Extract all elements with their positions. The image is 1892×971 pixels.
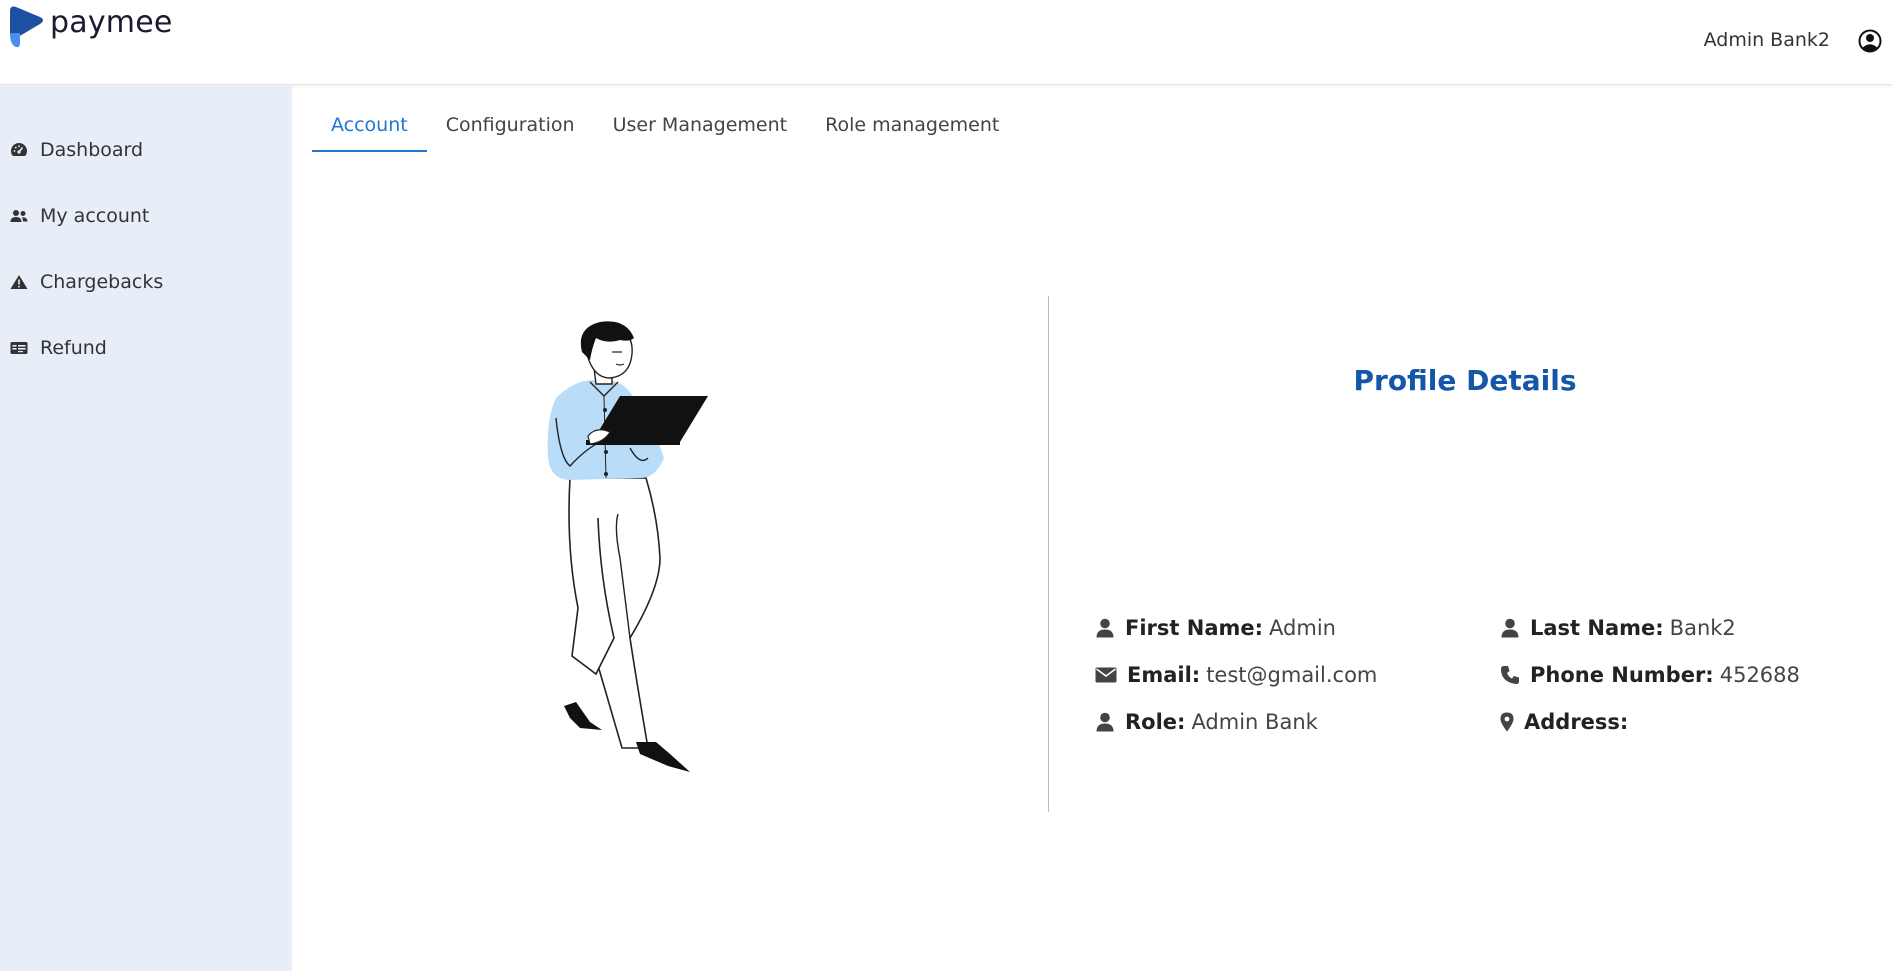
brand-name: paymee bbox=[50, 5, 173, 40]
envelope-icon bbox=[1094, 664, 1118, 686]
phone-number-field: Phone Number: 452688 bbox=[1499, 663, 1800, 687]
map-pin-icon bbox=[1499, 711, 1515, 733]
speedometer-icon bbox=[10, 141, 28, 159]
id-card-icon bbox=[10, 339, 28, 357]
header-user-name[interactable]: Admin Bank2 bbox=[1704, 29, 1830, 51]
sidebar-item-label: Refund bbox=[40, 337, 107, 359]
role-label: Role: bbox=[1125, 710, 1186, 734]
email-label: Email: bbox=[1127, 663, 1201, 687]
sidebar-item-dashboard[interactable]: Dashboard bbox=[0, 130, 292, 170]
tab-user-management[interactable]: User Management bbox=[594, 104, 807, 152]
tab-account[interactable]: Account bbox=[312, 104, 427, 152]
users-icon bbox=[10, 207, 28, 225]
brand-logo[interactable]: paymee bbox=[6, 3, 173, 49]
role-field: Role: Admin Bank bbox=[1094, 710, 1318, 734]
user-icon bbox=[1499, 617, 1521, 639]
email-value: test@gmail.com bbox=[1206, 663, 1378, 687]
address-field: Address: bbox=[1499, 710, 1634, 734]
first-name-value: Admin bbox=[1269, 616, 1336, 640]
sidebar-item-my-account[interactable]: My account bbox=[0, 196, 292, 236]
tab-role-management[interactable]: Role management bbox=[806, 104, 1018, 152]
sidebar-item-refund[interactable]: Refund bbox=[0, 328, 292, 368]
warning-icon bbox=[10, 273, 28, 291]
first-name-field: First Name: Admin bbox=[1094, 616, 1336, 640]
last-name-field: Last Name: Bank2 bbox=[1499, 616, 1736, 640]
last-name-label: Last Name: bbox=[1530, 616, 1664, 640]
tab-configuration[interactable]: Configuration bbox=[427, 104, 594, 152]
user-icon bbox=[1094, 617, 1116, 639]
account-tabs: Account Configuration User Management Ro… bbox=[312, 104, 1018, 152]
sidebar-item-label: My account bbox=[40, 205, 150, 227]
paymee-logo-icon bbox=[6, 3, 46, 49]
sidebar-item-chargebacks[interactable]: Chargebacks bbox=[0, 262, 292, 302]
sidebar-item-label: Chargebacks bbox=[40, 271, 164, 293]
user-icon bbox=[1094, 711, 1116, 733]
phone-number-value: 452688 bbox=[1719, 663, 1800, 687]
user-circle-icon[interactable] bbox=[1858, 29, 1882, 53]
person-with-laptop-illustration bbox=[530, 318, 730, 788]
email-field: Email: test@gmail.com bbox=[1094, 663, 1377, 687]
first-name-label: First Name: bbox=[1125, 616, 1264, 640]
sidebar-item-label: Dashboard bbox=[40, 139, 144, 161]
profile-details-title: Profile Details bbox=[1353, 364, 1577, 397]
phone-icon bbox=[1499, 664, 1521, 686]
sidebar: Dashboard My account Chargebacks Refund bbox=[0, 86, 292, 971]
last-name-value: Bank2 bbox=[1669, 616, 1736, 640]
phone-number-label: Phone Number: bbox=[1530, 663, 1714, 687]
role-value: Admin Bank bbox=[1191, 710, 1318, 734]
top-header: paymee Admin Bank2 bbox=[0, 0, 1892, 85]
address-label: Address: bbox=[1524, 710, 1629, 734]
vertical-divider bbox=[1048, 296, 1049, 812]
